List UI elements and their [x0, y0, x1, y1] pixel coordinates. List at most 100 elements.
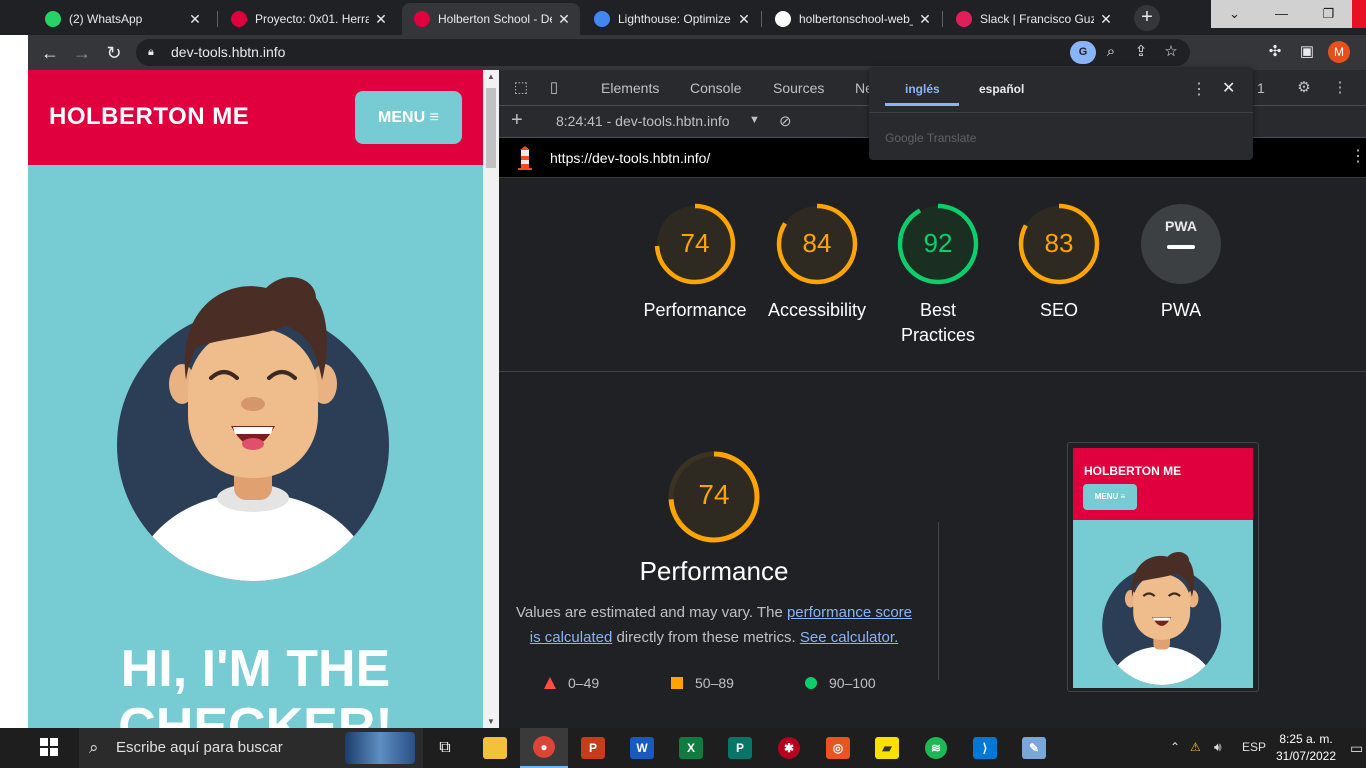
tab-sources[interactable]: Sources: [773, 70, 824, 106]
page-scrollbar[interactable]: ▲ ▼: [483, 70, 499, 728]
translate-close-icon[interactable]: ✕: [1222, 78, 1235, 98]
close-window-button[interactable]: [1352, 0, 1366, 28]
translate-tab-spanish[interactable]: español: [979, 82, 1024, 96]
browser-tab[interactable]: Lighthouse: Optimize ✕: [582, 3, 760, 35]
tab-separator: [761, 11, 762, 27]
settings-gear-icon[interactable]: ⚙: [1294, 78, 1314, 98]
browser-tab-title: Slack | Francisco Guzm: [980, 12, 1094, 26]
tray-overflow-icon[interactable]: ⌃: [1170, 740, 1180, 754]
report-selector[interactable]: 8:24:41 - dev-tools.hbtn.info: [556, 113, 730, 129]
red-triangle-icon: [544, 677, 556, 689]
score-label: Performance: [643, 300, 747, 320]
tab-elements[interactable]: Elements: [601, 70, 659, 106]
extensions-icon[interactable]: ✣: [1262, 39, 1288, 65]
tab-separator: [217, 11, 218, 27]
desc-text-1: Values are estimated and may vary. The: [515, 604, 787, 621]
tab-console[interactable]: Console: [690, 70, 741, 106]
slack-icon: [956, 11, 972, 27]
clear-reports-icon[interactable]: ⊘: [779, 112, 792, 130]
taskbar-search[interactable]: ⌕ Escribe aquí para buscar: [79, 728, 423, 768]
new-tab-button[interactable]: +: [1134, 5, 1160, 31]
paint-icon[interactable]: ✎: [1010, 728, 1058, 768]
zoom-icon[interactable]: ⌕: [1098, 39, 1124, 65]
close-tab-icon[interactable]: ✕: [917, 11, 933, 28]
tab-search-button[interactable]: ⌄: [1211, 0, 1258, 28]
scroll-thumb[interactable]: [486, 88, 496, 168]
share-icon[interactable]: ⇪: [1128, 39, 1154, 65]
close-tab-icon[interactable]: ✕: [736, 11, 752, 28]
chrome-taskbar-icon[interactable]: ●: [520, 728, 568, 768]
legend-average-range: 50–89: [695, 675, 734, 691]
language-indicator[interactable]: ESP: [1242, 740, 1266, 754]
close-tab-icon[interactable]: ✕: [187, 11, 203, 28]
holberton-icon: [231, 11, 247, 27]
see-calculator-link[interactable]: See calculator.: [800, 629, 898, 646]
side-panel-icon[interactable]: ▣: [1294, 39, 1320, 65]
word-icon[interactable]: W: [618, 728, 666, 768]
browser-tab[interactable]: Slack | Francisco Guzm ✕: [944, 3, 1122, 35]
forward-icon[interactable]: →: [68, 39, 96, 67]
chrome-icon: [594, 11, 610, 27]
sticky-notes-icon[interactable]: ▰: [863, 728, 911, 768]
hero-line-2: CHECKER!: [118, 698, 393, 728]
scroll-down-arrow-icon[interactable]: ▼: [483, 717, 499, 726]
notifications-icon[interactable]: ▭: [1350, 740, 1363, 757]
volume-icon[interactable]: 🔊︎: [1214, 740, 1222, 755]
close-tab-icon[interactable]: ✕: [373, 11, 389, 28]
score-gauge[interactable]: 74 Performance: [640, 202, 750, 323]
report-menu-icon[interactable]: ⋮: [1350, 146, 1366, 166]
clock[interactable]: 8:25 a. m. 31/07/2022: [1270, 731, 1342, 765]
profile-avatar[interactable]: M: [1328, 41, 1350, 63]
powerpoint-icon[interactable]: P: [569, 728, 617, 768]
search-icon: ⌕: [89, 738, 99, 757]
minimize-button[interactable]: —: [1258, 0, 1305, 28]
file-explorer-icon[interactable]: [471, 728, 519, 768]
audited-url[interactable]: https://dev-tools.hbtn.info/: [550, 150, 710, 166]
final-screenshot-thumbnail[interactable]: HOLBERTON ME MENU ≡: [1067, 442, 1259, 692]
restore-button[interactable]: ❐: [1305, 0, 1352, 28]
close-tab-icon[interactable]: ✕: [556, 11, 572, 28]
score-gauge[interactable]: PWA PWA: [1126, 202, 1236, 323]
score-gauge[interactable]: 84 Accessibility: [762, 202, 872, 323]
google-translate-label: Google Translate: [885, 131, 977, 145]
score-gauge[interactable]: 83 SEO: [1004, 202, 1114, 323]
report-dropdown-caret-icon[interactable]: ▼: [749, 114, 760, 126]
app-red-icon[interactable]: ✱: [765, 728, 813, 768]
close-tab-icon[interactable]: ✕: [1098, 11, 1114, 28]
site-header: HOLBERTON ME MENU ≡: [28, 70, 483, 165]
task-view-icon[interactable]: ⧉: [421, 728, 469, 768]
score-gauge[interactable]: 92 Best Practices: [883, 202, 993, 348]
spotify-icon[interactable]: ≋: [912, 728, 960, 768]
new-report-plus-icon[interactable]: +: [511, 109, 523, 132]
score-value: 74: [680, 228, 710, 258]
browser-tab[interactable]: (2) WhatsApp ✕: [33, 3, 211, 35]
translate-tab-english[interactable]: inglés: [905, 82, 940, 96]
browser-toolbar: ← → ↻ 🔒︎ dev-tools.hbtn.info ⌕ ⇪ ☆ G ✣ ▣…: [28, 35, 1366, 70]
translate-icon[interactable]: G: [1070, 41, 1096, 64]
windows-start-icon[interactable]: [40, 738, 58, 756]
network-warning-icon[interactable]: ⚠: [1190, 740, 1201, 754]
thumbnail-menu: MENU ≡: [1083, 484, 1137, 510]
ubuntu-icon[interactable]: ◎: [814, 728, 862, 768]
scroll-up-arrow-icon[interactable]: ▲: [483, 72, 499, 81]
bookmark-star-icon[interactable]: ☆: [1158, 39, 1184, 65]
site-brand[interactable]: HOLBERTON ME: [49, 103, 249, 131]
excel-icon[interactable]: X: [667, 728, 715, 768]
site-menu-button[interactable]: MENU ≡: [355, 91, 462, 144]
issues-count[interactable]: 1: [1257, 70, 1265, 106]
publisher-icon[interactable]: P: [716, 728, 764, 768]
inspect-element-icon[interactable]: ⬚: [511, 78, 531, 98]
score-label: Accessibility: [767, 300, 867, 320]
translate-options-icon[interactable]: ⋮: [1191, 79, 1207, 99]
more-options-icon[interactable]: ⋮: [1330, 78, 1350, 98]
reload-icon[interactable]: ↻: [100, 39, 128, 67]
address-bar[interactable]: 🔒︎ dev-tools.hbtn.info ⌕ ⇪ ☆ G: [136, 39, 1190, 66]
checker-avatar-illustration: [117, 277, 389, 581]
browser-tab[interactable]: holbertonschool-web_ ✕: [763, 3, 941, 35]
back-icon[interactable]: ←: [36, 39, 64, 67]
vscode-icon[interactable]: ⟩: [961, 728, 1009, 768]
device-toolbar-icon[interactable]: ▯: [544, 78, 564, 98]
browser-tab[interactable]: Proyecto: 0x01. Herran ✕: [219, 3, 397, 35]
browser-tab[interactable]: Holberton School - De ✕: [402, 3, 580, 35]
windows-taskbar: ⌕ Escribe aquí para buscar ⧉ ● P W X P ✱…: [0, 728, 1366, 768]
